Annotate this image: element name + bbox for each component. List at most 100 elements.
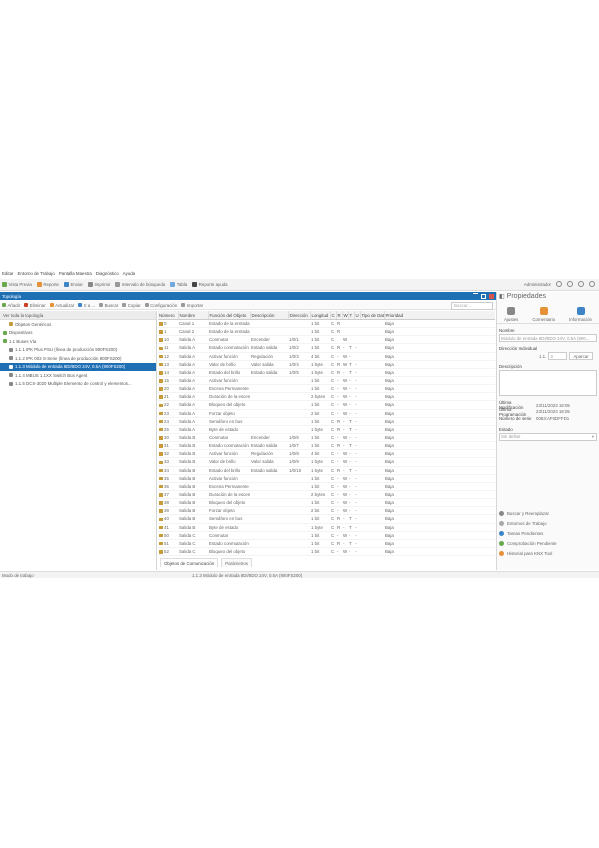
cell-text: - [337,475,339,481]
table-row[interactable]: 25 Salida A Byte de estado 1 byte C R - T - Baja [158,425,495,434]
cell-text: - [343,369,345,375]
panel-action[interactable]: Comprobación Pendiente [497,538,599,548]
column-header[interactable]: Tipo de Dato [360,311,385,320]
settings-icon[interactable] [567,281,573,287]
table-row[interactable]: 41 Salida B Byte de estado 1 byte C R - T - Baja [158,523,495,532]
tree-item[interactable]: Dispositivos [0,329,156,338]
menu-item[interactable]: Ayuda [123,271,135,276]
table-row[interactable]: 12 Salida A Activar función Regulación 1/0/3… [158,352,495,361]
toolbar-button[interactable]: Reporte [36,282,59,287]
column-header[interactable]: Longitud [310,311,331,320]
cell-text: C [331,443,335,449]
bottom-tab[interactable]: Objetos de Comunicación [160,558,219,567]
properties-tab[interactable]: Ajustes [504,307,518,322]
table-row[interactable]: 13 Salida A Valor de brillo Valor salida 1/0… [158,360,495,369]
tree-item[interactable]: Objetos Genéricos [0,320,156,329]
table-row[interactable]: 32 Salida B Activar función Regulación 1/0/8… [158,449,495,459]
toolbar-button[interactable]: Enviar [63,282,83,287]
state-select[interactable]: Sin definir ▾ [499,432,597,441]
tree-header[interactable]: Ver toda la topología [0,311,156,320]
topology-toolbar-button[interactable]: Importar [181,303,203,308]
table-row[interactable]: 14 Salida A Estado del brillo Estado salida… [158,368,495,377]
tree-item[interactable]: 1.1.2 IPK 003 S-Serie (línea de producci… [0,354,156,363]
topology-toolbar-button[interactable]: Copiar [122,303,141,308]
search-input[interactable]: Buscar... [451,302,493,310]
table-row[interactable]: 10 Salida A Conmutar Encender 1/0/1 1 bit C W Ba… [158,335,495,345]
properties-tab[interactable]: Comentario [532,307,555,322]
table-row[interactable]: 20 Salida A Escena Permanente 1 bit C - W - - Baj… [158,384,495,394]
tree-item[interactable]: 1.1.3 Módulo de entrada 8DI/8DO 24V, 0.5… [0,362,156,371]
panel-action[interactable]: Entornos de Trabajo [497,518,599,528]
column-header[interactable]: Número [158,311,179,320]
tree-item[interactable]: 1.1.5 DCS-3020 Multiple Elemento de cont… [0,380,156,389]
column-header[interactable]: Función del Objeto [208,311,251,320]
close-icon[interactable] [489,293,494,299]
tree-item[interactable]: 1.1.4 MBUS 1.1XX Switch Bus Agent [0,371,156,380]
info-icon[interactable] [578,281,584,287]
panel-action[interactable]: Historial para KNX Tool [497,548,599,558]
table-row[interactable]: 40 Salida B Semáforo en bus 1 bit C R - T - Baja [158,514,495,524]
table-row[interactable]: 0 Canal 1 Estado de la entrada 1 bit C R Baja [158,319,495,329]
toolbar-button[interactable]: Vista Previa [2,282,32,287]
column-header[interactable]: Prioridad [384,311,495,320]
user-label[interactable]: Administrador [524,282,551,287]
table-row[interactable]: 1 Canal 2 Estado de la entrada 1 bit C R Baja [158,327,495,337]
description-field[interactable] [499,370,597,396]
name-field[interactable]: Módulo de entrada 8DI/8DO 24V, 0.5A (900… [499,334,597,342]
table-row[interactable]: 52 Salida C Bloqueo del objeto 1 bit C - W - - Ba… [158,547,495,556]
tree-item[interactable]: 1.1.1 IPK Plus PSU (línea de producción … [0,346,156,355]
table-row[interactable]: 22 Salida A Bloqueo del objeto 1 bit C - W - - Ba… [158,400,495,410]
table-row[interactable]: 15 Salida A Activar función 1 bit C - W - - Baja [158,376,495,386]
table-row[interactable]: 37 Salida B Duración de la escena 2 bytes C -… [158,490,495,500]
bottom-tab[interactable]: Parámetros [221,558,252,567]
toolbar-button[interactable]: Intervalo de búsqueda [115,282,165,287]
power-icon[interactable] [589,281,595,287]
table-row[interactable]: 34 Salida B Estado del brillo Estado salida… [158,466,495,475]
panel-action[interactable]: Tareas Pendientes [497,528,599,538]
maximize-icon[interactable] [481,293,486,299]
menu-item[interactable]: Entorno de Trabajo [17,271,54,276]
menu-item[interactable]: Pantalla Maestra [59,271,92,276]
address-button[interactable]: Aparcar [569,352,593,360]
menu-item[interactable]: Diagnóstico [96,271,119,276]
table-row[interactable]: 50 Salida C Conmutar 1 bit C - W - - Baja [158,531,495,540]
table-cell: 10 [158,335,178,345]
column-header[interactable]: Descripción [250,311,289,320]
address-field[interactable]: 3 [548,352,568,360]
properties-tab[interactable]: Información [569,307,592,322]
table-row[interactable]: 30 Salida B Conmutar Encender 1/0/6 1 bit C - W -… [158,433,495,443]
table-row[interactable]: 23 Salida A Forzar objeto 2 bit C - W - - Baja [158,409,495,418]
column-header[interactable]: Dirección [288,311,311,320]
topology-toolbar-button[interactable]: Actualizar [49,303,74,308]
table-row[interactable]: 39 Salida B Forzar objeto 2 bit C - W - - Baja [158,506,495,516]
table-row[interactable]: 51 Salida C Estado conmutación 1 bit C R - T - Ba… [158,539,495,548]
topology-toolbar-button[interactable]: Configuración [144,303,177,308]
toolbar-button[interactable]: Tabla [170,282,187,287]
tree-item[interactable]: 1.1 Buses Vía [0,337,156,346]
column-header[interactable]: Nombre [178,311,209,320]
topology-toolbar-button[interactable]: Añadir [2,303,20,308]
table-row[interactable]: 21 Salida A Duración de la escena 2 bytes C -… [158,392,495,402]
topology-toolbar-label: Añadir [7,302,21,308]
cell-text: - [349,353,351,359]
main-toolbar: Vista Previa Reporte Enviar Imprimir Interva… [0,279,599,291]
table-row[interactable]: 11 Salida A Estado conmutación Estado salid… [158,343,495,353]
table-row[interactable]: 36 Salida B Escena Permanente 1 bit C - W - - Baj… [158,482,495,491]
menu-item[interactable]: Editar [2,271,13,276]
chevron-up-icon[interactable] [473,293,478,299]
topology-toolbar-button[interactable]: Ir a ... [78,303,95,308]
table-row[interactable]: 31 Salida B Estado conmutación Estado salid… [158,441,495,451]
object-icon [159,330,163,334]
toolbar-button[interactable]: Reporte ayuda [192,282,228,287]
table-row[interactable]: 38 Salida B Bloqueo del objeto 1 bit C - W - - Ba… [158,498,495,508]
table-row[interactable]: 24 Salida A Semáforo en bus 1 bit C R - T - Baja [158,417,495,426]
toolbar-button[interactable]: Imprimir [87,282,110,287]
info-key: Número de serie [499,415,532,421]
topology-toolbar-button[interactable]: Eliminar [24,303,46,308]
help-icon[interactable] [556,281,562,287]
cell-text: C [331,361,335,367]
table-row[interactable]: 35 Salida B Activar función 1 bit C - W - - Baja [158,474,495,483]
table-row[interactable]: 33 Salida B Valor de brillo Valor salida 1/0… [158,457,495,467]
topology-toolbar-button[interactable]: Buscar [99,303,118,308]
panel-action[interactable]: Buscar y Reemplazar [497,508,599,518]
